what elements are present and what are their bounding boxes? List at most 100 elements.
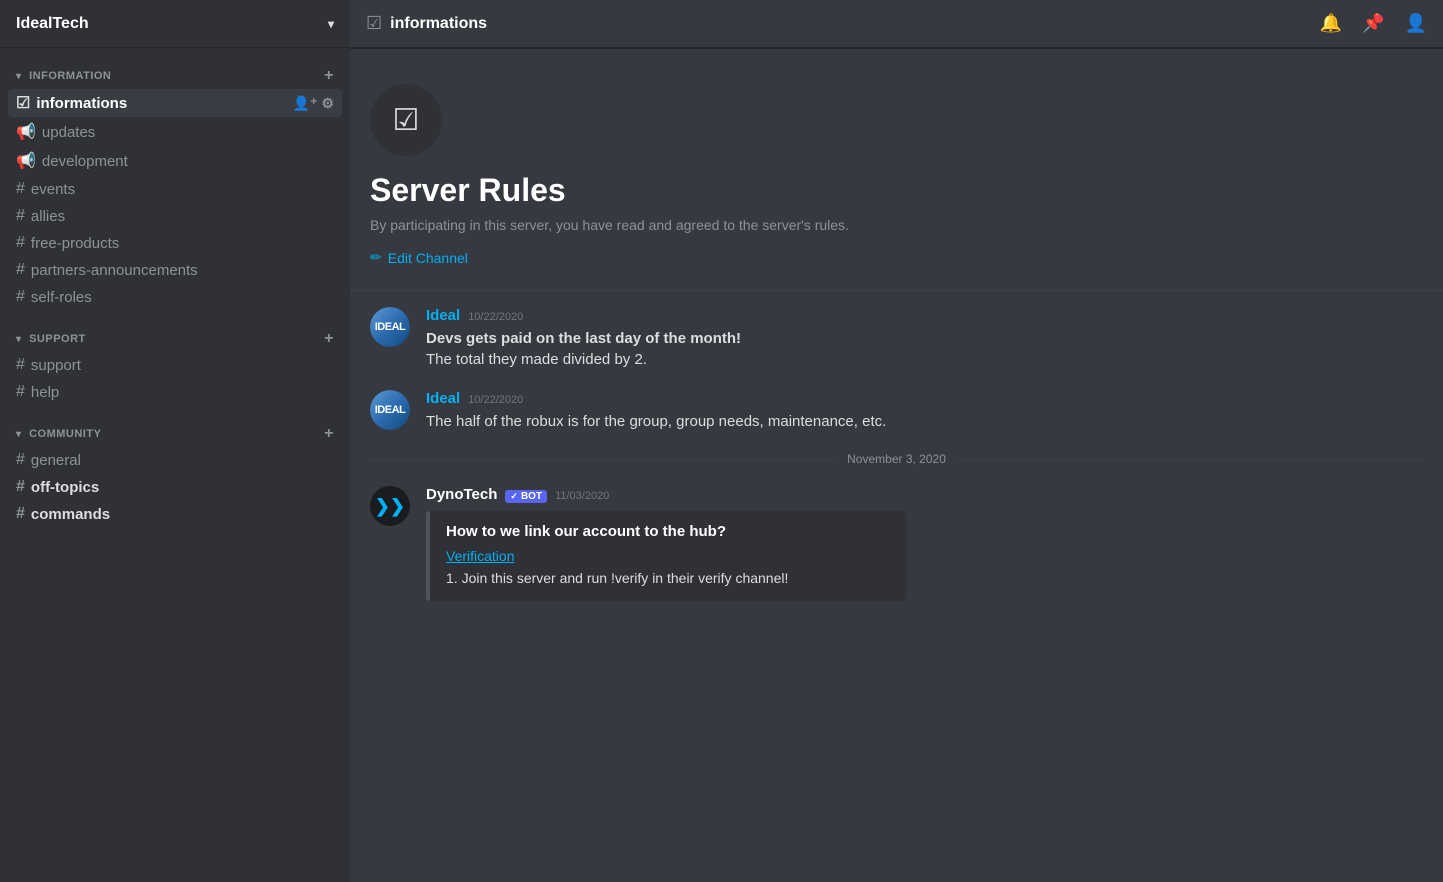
message-group-bot: ❯❯ DynoTech ✓ BOT 11/03/2020 How to we l…	[370, 486, 1423, 601]
category-community-chevron-icon: ▾	[16, 429, 22, 440]
rules-icon: ☑	[16, 93, 30, 113]
channel-actions-informations: 👤⁺ ⚙	[293, 95, 334, 112]
message-bold-1: Devs gets paid on the last day of the mo…	[426, 330, 741, 347]
channel-item-self-roles[interactable]: # self-roles	[8, 284, 342, 310]
topbar-channel-name: informations	[390, 15, 1320, 33]
channel-item-off-topics[interactable]: # off-topics	[8, 474, 342, 500]
members-icon[interactable]: 👤	[1405, 13, 1427, 34]
hash-icon-support: #	[16, 356, 25, 374]
channel-header-section: ☑ Server Rules By participating in this …	[350, 68, 1443, 291]
pencil-icon: ✏	[370, 249, 382, 266]
channel-item-commands[interactable]: # commands	[8, 501, 342, 527]
channel-title-large: Server Rules	[370, 172, 1423, 209]
message-author-bot[interactable]: DynoTech	[426, 486, 497, 503]
channel-label-help: help	[31, 384, 334, 401]
message-body-1: The total they made divided by 2.	[426, 351, 647, 368]
add-member-icon[interactable]: 👤⁺	[293, 95, 318, 112]
category-add-button[interactable]: +	[324, 68, 334, 84]
category-support-chevron-icon: ▾	[16, 334, 22, 345]
category-header-information[interactable]: ▾ INFORMATION +	[8, 64, 342, 88]
channel-icon-large: ☑	[370, 84, 442, 156]
hash-icon-free-products: #	[16, 234, 25, 252]
message-header-1: Ideal 10/22/2020	[426, 307, 1423, 324]
channel-label-support: support	[31, 357, 334, 374]
avatar-ideal-2: IDEAL	[370, 390, 410, 430]
message-timestamp-1: 10/22/2020	[468, 311, 523, 323]
hash-icon-events: #	[16, 180, 25, 198]
channel-rules-icon: ☑	[393, 103, 420, 138]
bot-badge-label: BOT	[521, 491, 542, 502]
bell-icon[interactable]: 🔔	[1320, 13, 1342, 34]
hash-icon-commands: #	[16, 505, 25, 523]
message-group-1: IDEAL Ideal 10/22/2020 Devs gets paid on…	[370, 307, 1423, 370]
channel-label-off-topics: off-topics	[31, 479, 334, 496]
category-support-add-button[interactable]: +	[324, 331, 334, 347]
messages-container: IDEAL Ideal 10/22/2020 Devs gets paid on…	[350, 291, 1443, 637]
embed-title: How to we link our account to the hub?	[446, 523, 890, 540]
channel-label-free-products: free-products	[31, 235, 334, 252]
embed-link[interactable]: Verification	[446, 548, 890, 564]
channel-label-commands: commands	[31, 506, 334, 523]
server-name: IdealTech	[16, 15, 89, 33]
hash-icon-self-roles: #	[16, 288, 25, 306]
hash-icon-off-topics: #	[16, 478, 25, 496]
message-header-2: Ideal 10/22/2020	[426, 390, 1423, 407]
avatar-ideal-1: IDEAL	[370, 307, 410, 347]
message-content-2: Ideal 10/22/2020 The half of the robux i…	[426, 390, 1423, 432]
announcement-icon: 📢	[16, 122, 36, 142]
category-community-add-button[interactable]: +	[324, 426, 334, 442]
main-content: ☑ informations 🔔 📌 👤 ☑ Server Rules By p…	[350, 0, 1443, 882]
channel-item-allies[interactable]: # allies	[8, 203, 342, 229]
hash-icon-general: #	[16, 451, 25, 469]
message-body-2: The half of the robux is for the group, …	[426, 413, 886, 430]
pin-icon[interactable]: 📌	[1362, 13, 1384, 34]
category-header-support[interactable]: ▾ SUPPORT +	[8, 327, 342, 351]
message-content-1: Ideal 10/22/2020 Devs gets paid on the l…	[426, 307, 1423, 370]
channel-label-allies: allies	[31, 208, 334, 225]
bot-badge-check-icon: ✓	[510, 491, 518, 502]
channel-item-free-products[interactable]: # free-products	[8, 230, 342, 256]
sidebar: IdealTech ▾ ▾ INFORMATION + ☑ informatio…	[0, 0, 350, 882]
category-header-community[interactable]: ▾ COMMUNITY +	[8, 422, 342, 446]
hash-icon-allies: #	[16, 207, 25, 225]
notif-dot	[1375, 15, 1383, 23]
category-information: ▾ INFORMATION + ☑ informations 👤⁺ ⚙ 📢 up…	[0, 64, 350, 311]
message-header-bot: DynoTech ✓ BOT 11/03/2020	[426, 486, 1423, 503]
edit-channel-button[interactable]: ✏ Edit Channel	[370, 249, 468, 266]
category-support: ▾ SUPPORT + # support # help	[0, 327, 350, 406]
avatar-ideal-inner-1: IDEAL	[370, 307, 410, 347]
channel-description: By participating in this server, you hav…	[370, 217, 1423, 233]
message-text-2: The half of the robux is for the group, …	[426, 411, 1423, 432]
chat-area: ☑ Server Rules By participating in this …	[350, 48, 1443, 882]
channel-item-partners-announcements[interactable]: # partners-announcements	[8, 257, 342, 283]
channel-item-events[interactable]: # events	[8, 176, 342, 202]
channel-item-support[interactable]: # support	[8, 352, 342, 378]
date-divider-text: November 3, 2020	[847, 452, 946, 466]
category-label-community: COMMUNITY	[29, 428, 101, 440]
message-author-2[interactable]: Ideal	[426, 390, 460, 407]
channel-item-informations[interactable]: ☑ informations 👤⁺ ⚙	[8, 89, 342, 117]
channel-label-development: development	[42, 153, 334, 170]
channel-label-informations: informations	[36, 95, 292, 112]
message-author-1[interactable]: Ideal	[426, 307, 460, 324]
message-timestamp-bot: 11/03/2020	[555, 490, 609, 502]
channel-item-help[interactable]: # help	[8, 379, 342, 405]
topbar-actions: 🔔 📌 👤	[1320, 13, 1427, 34]
category-label-information: INFORMATION	[29, 70, 111, 82]
channel-item-updates[interactable]: 📢 updates	[8, 118, 342, 146]
message-text-1: Devs gets paid on the last day of the mo…	[426, 328, 1423, 370]
channel-item-general[interactable]: # general	[8, 447, 342, 473]
channel-label-partners-announcements: partners-announcements	[31, 262, 334, 279]
bot-badge: ✓ BOT	[505, 490, 547, 503]
channel-label-general: general	[31, 452, 334, 469]
settings-icon[interactable]: ⚙	[321, 95, 334, 112]
channel-label-updates: updates	[42, 124, 334, 141]
category-label-support: SUPPORT	[29, 333, 86, 345]
channel-label-events: events	[31, 181, 334, 198]
hash-icon-partners: #	[16, 261, 25, 279]
date-divider: November 3, 2020	[370, 452, 1423, 466]
channel-item-development[interactable]: 📢 development	[8, 147, 342, 175]
hash-icon-help: #	[16, 383, 25, 401]
server-header[interactable]: IdealTech ▾	[0, 0, 350, 48]
topbar: ☑ informations 🔔 📌 👤	[350, 0, 1443, 48]
